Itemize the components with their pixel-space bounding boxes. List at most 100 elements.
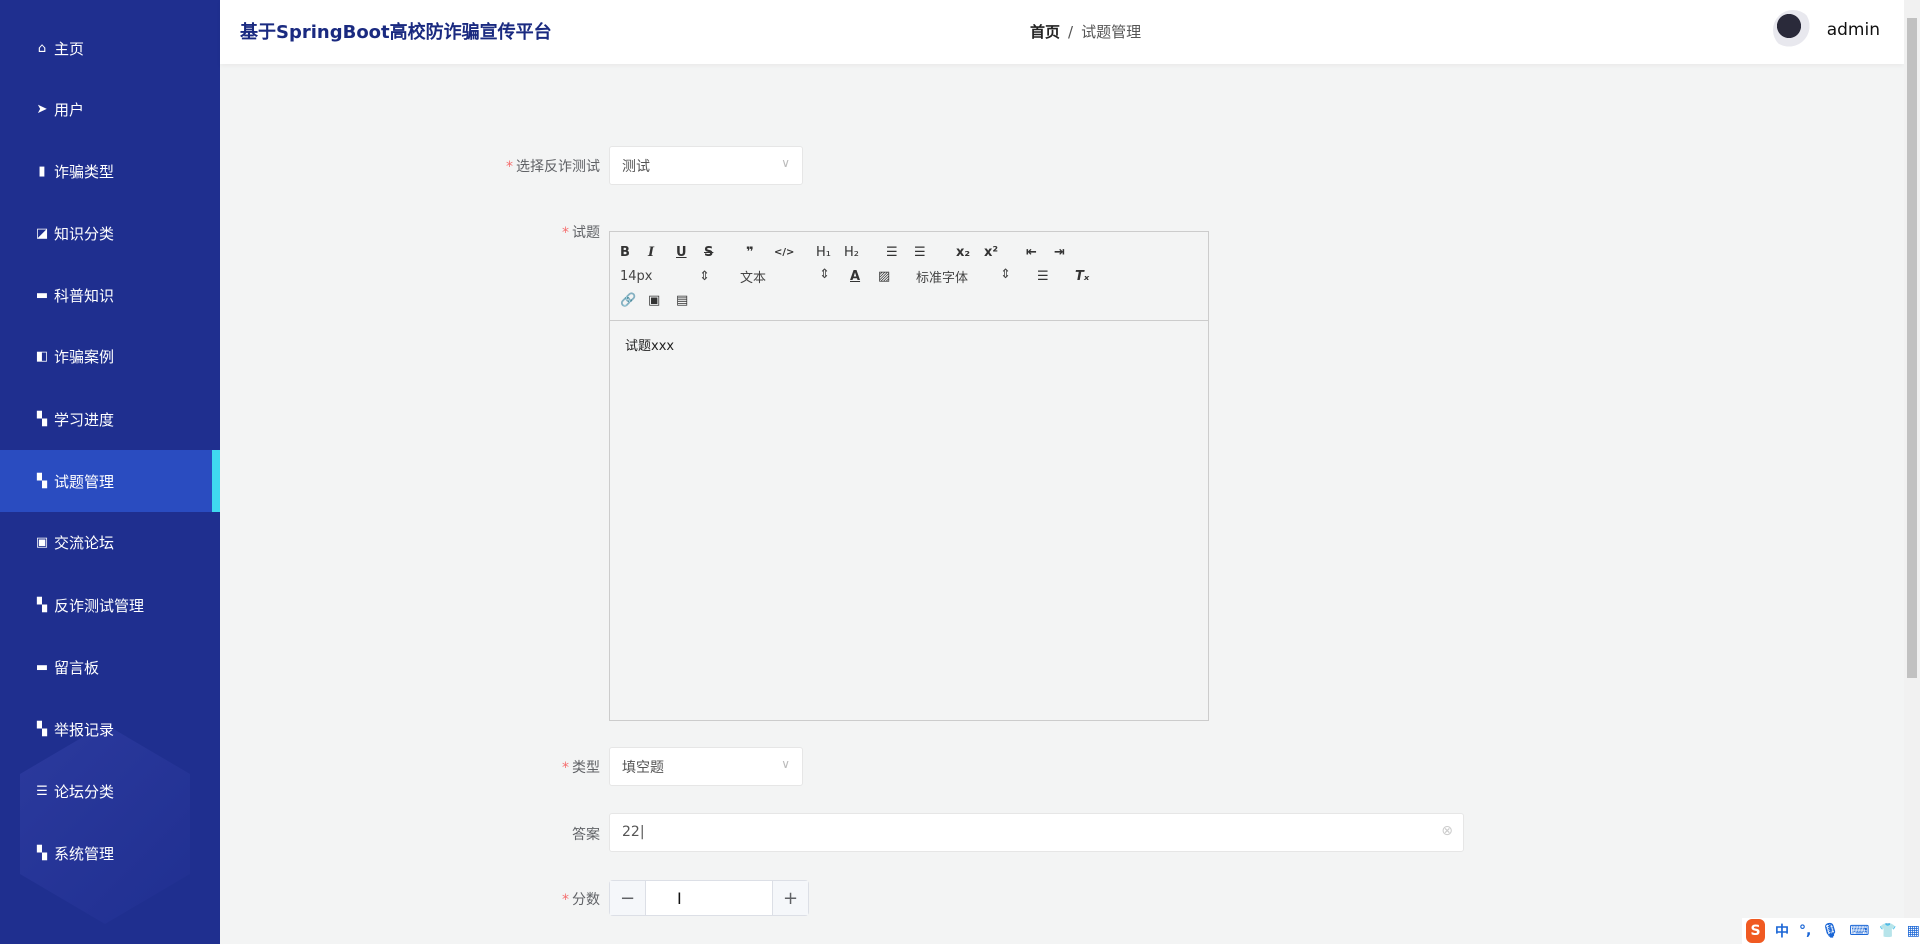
grid-icon: ▚ [37,721,47,737]
score-stepper[interactable]: − I + [609,880,809,916]
wallet-icon: ◧ [35,348,49,364]
superscript-icon[interactable]: x² [984,245,1012,260]
breadcrumb-current: 试题管理 [1081,23,1142,41]
breadcrumb: 首页 / 试题管理 [1030,21,1141,42]
sidebar-item[interactable]: ◪ 知识分类 [0,202,220,264]
link-icon[interactable]: 🔗 [620,293,648,308]
skin-icon[interactable]: 👕 [1879,923,1896,939]
test-label: * 选择反诈测试 [506,159,600,175]
chevron-down-icon: ∨ [781,757,790,771]
grid-icon: ▚ [37,597,47,613]
breadcrumb-separator: / [1068,23,1074,41]
sidebar-item[interactable]: ▬ 留言板 [0,636,220,698]
apps-icon[interactable]: ▦ [1907,923,1920,939]
decrease-button[interactable]: − [610,881,646,915]
editor-content[interactable]: 试题xxx [610,321,1208,368]
increase-button[interactable]: + [772,881,808,915]
chart-icon: ◪ [35,225,49,241]
chevron-down-icon: ∨ [781,156,790,170]
sidebar-item-label: 诈骗案例 [54,347,115,366]
sidebar-item-label: 诈骗类型 [54,162,115,181]
sidebar-item[interactable]: ▣ 交流论坛 [0,511,220,573]
sidebar-item-label: 举报记录 [54,720,115,739]
sidebar-item-label: 反诈测试管理 [54,596,145,615]
score-label: * 分数 [562,892,600,908]
sidebar-item-label: 留言板 [54,658,100,677]
paper-plane-icon: ➤ [36,101,48,117]
sidebar-item-label: 用户 [54,100,85,119]
answer-label: 答案 [572,827,600,843]
image-icon[interactable]: ▣ [648,293,676,308]
bullet-list-icon[interactable]: ☰ [914,245,942,260]
sidebar-item-label: 系统管理 [54,844,115,863]
h2-icon[interactable]: H₂ [844,245,872,260]
grid-icon: ▚ [37,411,47,427]
sidebar-item[interactable]: ▚ 学习进度 [0,388,220,450]
sidebar-item-label: 试题管理 [54,472,115,491]
sidebar-item[interactable]: ◧ 诈骗案例 [0,325,220,387]
sidebar-item[interactable]: ▚ 举报记录 [0,698,220,760]
underline-icon[interactable]: U [676,245,704,260]
strike-icon[interactable]: S [704,245,732,260]
clipboard-icon: ▮ [38,163,46,179]
sidebar-item-label: 论坛分类 [54,782,115,801]
sidebar-item[interactable]: ▬ 科普知识 [0,264,220,326]
sidebar-item-label: 科普知识 [54,286,115,305]
sidebar-item[interactable]: ▚ 系统管理 [0,822,220,884]
test-select-value: 测试 [622,159,650,175]
ticket-icon: ▬ [35,287,49,303]
blockquote-icon[interactable]: ❞ [746,245,774,260]
sogou-logo-icon: S [1746,919,1765,943]
user-menu[interactable]: admin [1772,10,1880,50]
sidebar-item[interactable]: ▮ 诈骗类型 [0,140,220,202]
test-select[interactable]: 测试 ∨ [609,146,803,185]
h1-icon[interactable]: H₁ [816,245,844,260]
ordered-list-icon[interactable]: ☰ [886,245,914,260]
answer-input[interactable]: 22| ⊗ [609,813,1464,852]
align-icon[interactable]: ☰ [1037,269,1065,284]
italic-icon[interactable]: I [648,245,676,260]
sidebar-item[interactable]: ➤ 用户 [0,78,220,140]
sidebar-item-label: 主页 [54,39,85,58]
sidebar: ⌂ 主页 ➤ 用户 ▮ 诈骗类型 ◪ 知识分类 ▬ 科普知识 ◧ 诈骗案例 ▚ 学习进度 ▚ 试题管理 ▣ 交流论… [0,0,220,944]
list-icon: ☰ [36,783,48,799]
sidebar-item[interactable]: ▚ 试题管理 [0,450,220,512]
sidebar-item[interactable]: ▚ 反诈测试管理 [0,574,220,636]
indent-icon[interactable]: ⇥ [1054,245,1082,260]
rich-text-editor: B I U S ❞ </> H₁ H₂ ☰ ☰ x₂ x² ⇤ ⇥ 14px ⇕ … [609,231,1209,721]
sidebar-item[interactable]: ⌂ 主页 [0,17,220,79]
clear-icon[interactable]: ⊗ [1441,823,1453,839]
question-label: * 试题 [562,225,600,241]
scrollbar-thumb[interactable] [1907,18,1917,678]
app-title: 基于SpringBoot高校防诈骗宣传平台 [240,22,552,43]
subscript-icon[interactable]: x₂ [956,245,984,260]
code-block-icon[interactable]: </> [774,247,802,258]
sidebar-item-label: 知识分类 [54,224,115,243]
background-color-icon[interactable]: ▨ [878,269,906,284]
bold-icon[interactable]: B [620,245,648,260]
font-size-select[interactable]: 14px ⇕ [620,269,710,284]
header: 基于SpringBoot高校防诈骗宣传平台 首页 / 试题管理 admin [220,0,1904,64]
ime-lang[interactable]: 中 [1775,921,1789,941]
keyboard-icon[interactable]: ⌨ [1849,923,1869,939]
header-select[interactable]: 文本 ⇕ [740,267,830,286]
type-select[interactable]: 填空题 ∨ [609,747,803,786]
breadcrumb-home[interactable]: 首页 [1030,23,1060,41]
ime-punct[interactable]: °, [1799,923,1811,939]
video-icon[interactable]: ▤ [676,293,704,308]
avatar[interactable] [1772,10,1813,50]
outdent-icon[interactable]: ⇤ [1026,245,1054,260]
scrollbar[interactable] [1904,0,1920,944]
font-color-icon[interactable]: A [850,269,878,284]
home-icon: ⌂ [37,40,47,56]
text-cursor-icon: I [677,889,682,908]
clear-format-icon[interactable]: Tₓ [1075,269,1103,284]
ime-toolbar: S 中 °, 🎙 ⌨ 👕 ▦ [1742,918,1920,944]
mic-icon[interactable]: 🎙 [1821,923,1839,939]
username[interactable]: admin [1827,20,1880,40]
font-family-select[interactable]: 标准字体 ⇕ [916,267,1011,286]
type-label: * 类型 [562,760,600,776]
sidebar-item[interactable]: ☰ 论坛分类 [0,760,220,822]
type-select-value: 填空题 [622,760,664,776]
grid-icon: ▚ [37,845,47,861]
